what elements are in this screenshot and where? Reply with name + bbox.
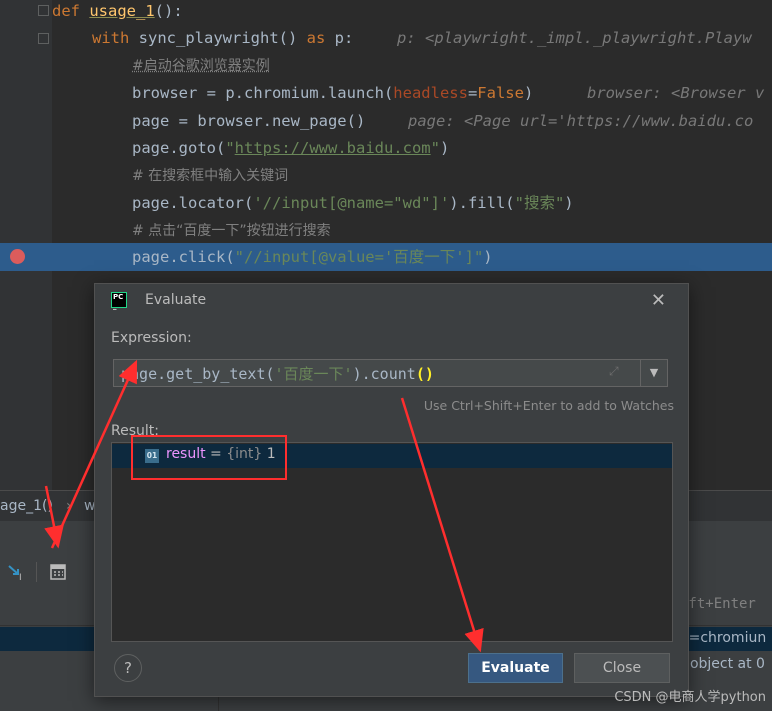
arrow-to-expression [50, 359, 138, 549]
arrow-to-calculator [44, 485, 64, 549]
arrow-to-evaluate [400, 397, 484, 653]
watermark: CSDN @电商人学python [614, 690, 766, 705]
annotation-arrows [44, 359, 484, 653]
